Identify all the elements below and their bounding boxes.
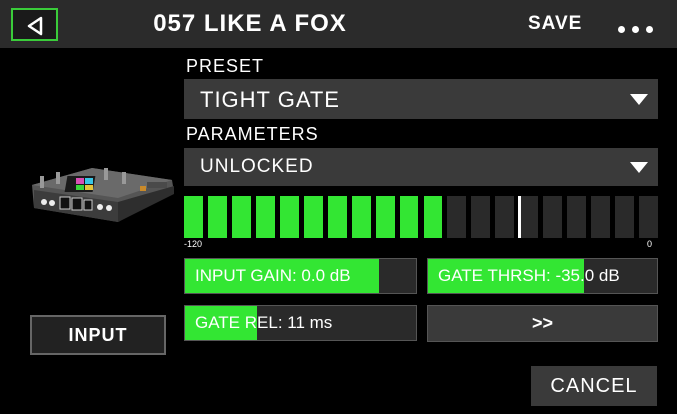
cancel-button[interactable]: CANCEL [531, 366, 657, 406]
title-bar: 057 LIKE A FOX SAVE [0, 0, 677, 48]
meter-segment [184, 196, 203, 238]
meter-segment [615, 196, 635, 238]
meter-segment [399, 196, 419, 238]
gate-thresh-text: GATE THRSH: -35.0 dB [438, 266, 620, 285]
next-page-button[interactable]: >> [427, 305, 658, 342]
threshold-marker [518, 196, 522, 238]
gate-rel-param[interactable]: GATE REL: 11 ms [184, 305, 417, 341]
level-meter [184, 196, 658, 238]
dropdown-caret-icon [630, 162, 648, 173]
preset-title: 057 LIKE A FOX [153, 10, 347, 37]
more-dots-icon[interactable] [618, 26, 658, 36]
preset-dropdown[interactable]: TIGHT GATE [184, 79, 658, 119]
meter-segment [279, 196, 299, 238]
meter-segment [351, 196, 371, 238]
meter-segment [207, 196, 227, 238]
meter-segment [567, 196, 587, 238]
input-gain-param[interactable]: INPUT GAIN: 0.0 dB [184, 258, 417, 294]
meter-segment [327, 196, 347, 238]
parameters-value: UNLOCKED [200, 156, 314, 177]
parameters-dropdown[interactable]: UNLOCKED [184, 148, 658, 186]
input-button[interactable]: INPUT [30, 315, 166, 355]
back-button[interactable] [11, 8, 58, 41]
meter-segment [495, 196, 515, 238]
meter-segment [519, 196, 539, 238]
gate-rel-text: GATE REL: 11 ms [195, 313, 333, 332]
meter-max-label: 0 [647, 239, 653, 249]
dropdown-caret-icon [630, 94, 648, 105]
parameters-label: PARAMETERS [186, 124, 319, 144]
preset-value: TIGHT GATE [200, 87, 340, 112]
meter-segment [255, 196, 275, 238]
meter-segment [231, 196, 251, 238]
meter-segment [471, 196, 491, 238]
meter-segment [591, 196, 611, 238]
meter-segment [447, 196, 467, 238]
input-gain-text: INPUT GAIN: 0.0 dB [195, 266, 351, 285]
preset-label: PRESET [186, 56, 265, 76]
gate-thresh-param[interactable]: GATE THRSH: -35.0 dB [427, 258, 658, 294]
back-triangle-icon [27, 16, 43, 36]
meter-segment [423, 196, 443, 238]
save-button[interactable]: SAVE [528, 13, 582, 35]
meter-segment [375, 196, 395, 238]
device-image [32, 168, 174, 222]
meter-segment [543, 196, 563, 238]
meter-segment [639, 196, 658, 238]
meter-min-label: -120 [184, 239, 203, 249]
meter-segment [303, 196, 323, 238]
